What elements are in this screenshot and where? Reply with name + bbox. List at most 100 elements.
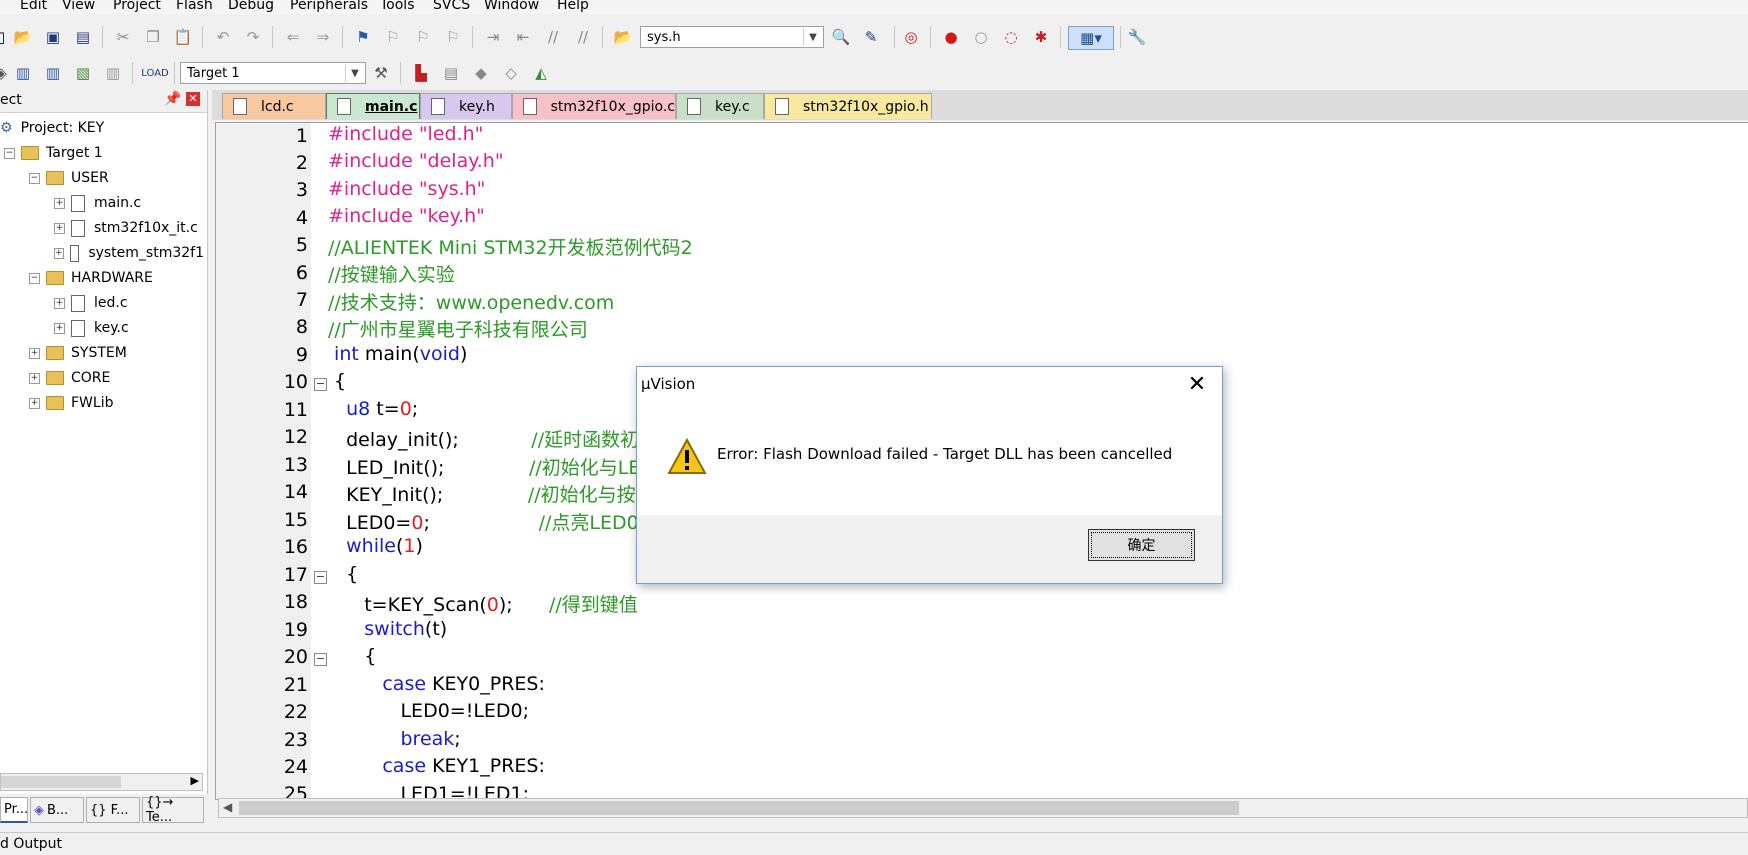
menu-window[interactable]: Window	[484, 0, 539, 13]
fold-toggle-icon[interactable]: −	[314, 378, 327, 391]
save-all-icon[interactable]: ▤	[72, 26, 94, 48]
new-file-icon[interactable]: ▯	[0, 26, 12, 48]
expand-icon[interactable]: +	[54, 322, 65, 334]
expand-icon[interactable]: +	[29, 372, 40, 384]
save-icon[interactable]: ▣	[42, 26, 64, 48]
tree-file-it[interactable]: + stm32f10x_it.c	[54, 217, 198, 239]
paste-icon[interactable]: 📋	[172, 26, 194, 48]
expand-icon[interactable]: +	[54, 247, 64, 259]
collapse-icon[interactable]: −	[29, 172, 40, 184]
collapse-icon[interactable]: −	[29, 272, 40, 284]
fold-toggle-icon[interactable]: −	[314, 571, 327, 584]
menu-edit[interactable]: Edit	[20, 0, 47, 13]
tree-file-led[interactable]: + led.c	[54, 292, 128, 314]
tree-group-system[interactable]: + SYSTEM	[29, 342, 127, 364]
translate-icon[interactable]: ◈	[0, 62, 12, 84]
find-icon[interactable]: 🔍	[830, 26, 852, 48]
expand-icon[interactable]: +	[29, 347, 40, 359]
indent-icon[interactable]: ⇥	[482, 26, 504, 48]
find-combo[interactable]: sys.h ▼	[640, 26, 824, 48]
tab-main-c[interactable]: main.c	[326, 93, 420, 119]
nav-back-icon[interactable]: ⇐	[282, 26, 304, 48]
tree-project[interactable]: ⚙ Project: KEY	[0, 117, 104, 139]
tab-key-c[interactable]: key.c	[676, 93, 764, 119]
tree-file-key[interactable]: + key.c	[54, 317, 129, 339]
menu-peripherals[interactable]: Peripherals	[290, 0, 368, 13]
copy-icon[interactable]: ❐	[142, 26, 164, 48]
breakpoint-icon[interactable]: ●	[940, 26, 962, 48]
kill-all-breakpoints-icon[interactable]: ✱	[1030, 26, 1052, 48]
menu-help[interactable]: Help	[557, 0, 589, 13]
run-time-env-icon[interactable]: ◭	[530, 62, 552, 84]
debug-session-icon[interactable]: ◎	[900, 26, 922, 48]
bookmark-icon[interactable]: ⚑	[352, 26, 374, 48]
expand-icon[interactable]: +	[54, 197, 65, 209]
panel-tab-project[interactable]: Pr...	[0, 797, 28, 823]
open-folder-icon[interactable]: 📂	[12, 26, 34, 48]
find-in-files-icon[interactable]: 📂	[612, 26, 634, 48]
build-icon[interactable]: ▥	[12, 62, 34, 84]
menu-project[interactable]: Project	[113, 0, 161, 13]
tab-gpio-h[interactable]: stm32f10x_gpio.h	[764, 93, 932, 119]
panel-tab-templates[interactable]: {}→ Te...	[142, 795, 204, 825]
build-output-label[interactable]: d Output	[0, 836, 62, 852]
disable-all-breakpoints-icon[interactable]: ◌	[1000, 26, 1022, 48]
comment-icon[interactable]: //	[542, 26, 564, 48]
collapse-icon[interactable]: −	[4, 147, 15, 159]
chevron-down-icon[interactable]: ▼	[803, 28, 822, 46]
batch-build-icon[interactable]: ▧	[72, 62, 94, 84]
menu-tools[interactable]: Tools	[380, 0, 415, 13]
load-download-icon[interactable]: LOAD	[141, 62, 168, 84]
undo-icon[interactable]: ↶	[212, 26, 234, 48]
pin-icon[interactable]: 📌	[164, 91, 181, 107]
pack-installer-icon[interactable]: ◇	[500, 62, 522, 84]
scroll-left-icon[interactable]: ◀	[223, 800, 232, 814]
stop-build-icon[interactable]: ▥	[102, 62, 124, 84]
uncomment-icon[interactable]: //	[572, 26, 594, 48]
target-options-icon[interactable]: ⚒	[370, 62, 392, 84]
tree-group-user[interactable]: − USER	[29, 167, 109, 189]
select-packs-icon[interactable]: ◆	[470, 62, 492, 84]
redo-icon[interactable]: ↷	[242, 26, 264, 48]
tree-group-hardware[interactable]: − HARDWARE	[29, 267, 153, 289]
expand-icon[interactable]: +	[29, 397, 40, 409]
tab-lcd-c[interactable]: lcd.c	[222, 93, 326, 119]
menu-debug[interactable]: Debug	[228, 0, 274, 13]
target-combo[interactable]: Target 1 ▼	[180, 62, 366, 84]
menu-flash[interactable]: Flash	[176, 0, 213, 13]
unindent-icon[interactable]: ⇤	[512, 26, 534, 48]
tree-target[interactable]: − Target 1	[4, 142, 103, 164]
tree-file-main[interactable]: + main.c	[54, 192, 141, 214]
tab-gpio-c[interactable]: stm32f10x_gpio.c	[512, 93, 676, 119]
close-icon[interactable]: ✕	[1182, 369, 1212, 399]
fold-toggle-icon[interactable]: −	[314, 653, 327, 666]
manage-components-icon[interactable]: ▙	[410, 62, 432, 84]
menu-svcs[interactable]: SVCS	[433, 0, 470, 13]
configure-icon[interactable]: 🔧	[1126, 26, 1148, 48]
panel-hscrollbar[interactable]: ▶	[0, 773, 203, 791]
expand-icon[interactable]: +	[54, 297, 65, 309]
cut-icon[interactable]: ✂	[112, 26, 134, 48]
menu-view[interactable]: View	[62, 0, 95, 13]
tab-key-h[interactable]: key.h	[420, 93, 512, 119]
window-layout-icon[interactable]: ▦▾	[1068, 26, 1114, 50]
expand-icon[interactable]: +	[54, 222, 65, 234]
tree-file-system[interactable]: + system_stm32f1	[54, 242, 204, 264]
incremental-find-icon[interactable]: ✎	[860, 26, 882, 48]
panel-tab-functions[interactable]: {} F...	[86, 797, 140, 823]
tree-group-core[interactable]: + CORE	[29, 367, 110, 389]
rebuild-icon[interactable]: ▥	[42, 62, 64, 84]
scrollbar-thumb[interactable]	[239, 801, 1239, 815]
scroll-right-icon[interactable]: ▶	[191, 774, 199, 787]
nav-forward-icon[interactable]: ⇒	[312, 26, 334, 48]
prev-bookmark-icon[interactable]: ⚐	[382, 26, 404, 48]
panel-tab-books[interactable]: ◈ B...	[30, 797, 84, 823]
disable-breakpoint-icon[interactable]: ○	[970, 26, 992, 48]
chevron-down-icon[interactable]: ▼	[345, 64, 364, 82]
ok-button[interactable]: 确定	[1088, 529, 1195, 561]
scrollbar-thumb[interactable]	[1, 776, 121, 788]
tree-group-fwlib[interactable]: + FWLib	[29, 392, 113, 414]
clear-bookmarks-icon[interactable]: ⚐	[442, 26, 464, 48]
next-bookmark-icon[interactable]: ⚐	[412, 26, 434, 48]
file-extensions-icon[interactable]: ▤	[440, 62, 462, 84]
